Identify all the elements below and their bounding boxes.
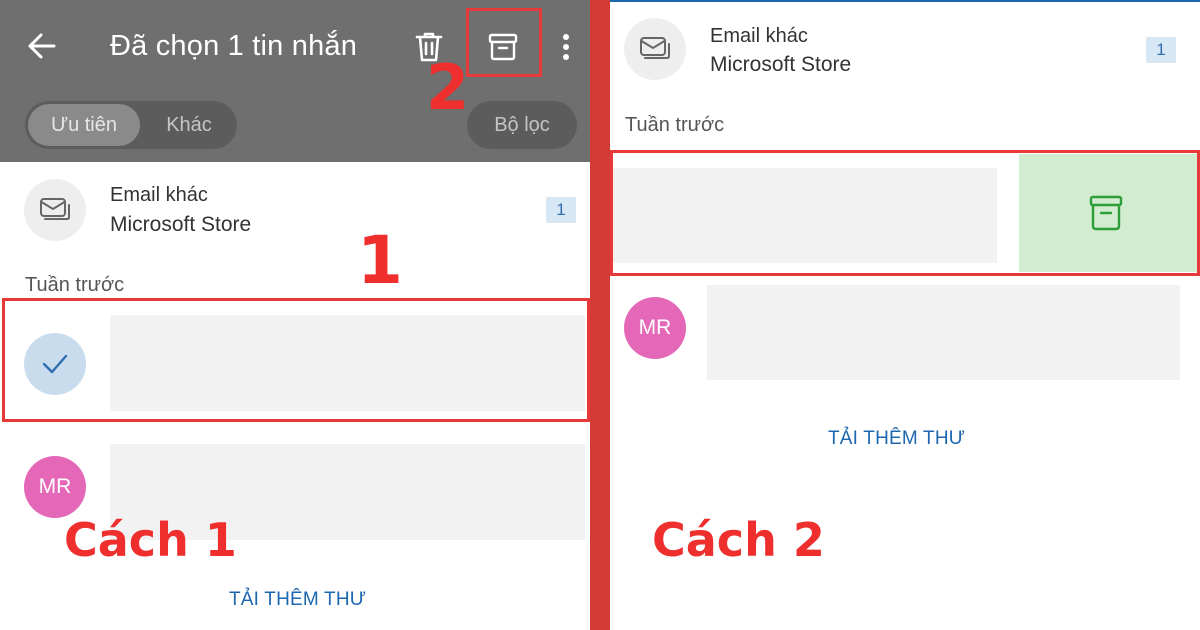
- archive-icon: [1089, 195, 1123, 231]
- step-number-1: 1: [357, 222, 403, 299]
- tab-focused[interactable]: Ưu tiên: [28, 104, 140, 146]
- grouped-email-row[interactable]: Email khác Microsoft Store 1: [610, 0, 1200, 100]
- archive-icon: [488, 33, 518, 61]
- avatar: MR: [624, 297, 686, 359]
- unread-count-badge: 1: [546, 197, 576, 223]
- selection-app-bar: Đã chọn 1 tin nhắn Ưu tiên Khác Bộ lọc: [0, 0, 590, 162]
- step-number-2: 2: [426, 51, 470, 124]
- method-caption: Cách 1: [64, 513, 237, 567]
- inbox-tab-switcher: Ưu tiên Khác: [25, 101, 237, 149]
- method-1-panel: Đã chọn 1 tin nhắn Ưu tiên Khác Bộ lọc E…: [0, 0, 590, 630]
- email-subject: Microsoft Store: [110, 213, 252, 236]
- checkmark-icon: [42, 354, 68, 374]
- sender-name: Email khác: [110, 184, 208, 206]
- panel-divider: [590, 0, 610, 630]
- avatar: MR: [24, 456, 86, 518]
- redacted-email-content: [110, 315, 585, 411]
- back-button[interactable]: [22, 26, 62, 66]
- redacted-email-content: [610, 168, 997, 263]
- load-more-button[interactable]: TẢI THÊM THƯ: [828, 428, 965, 450]
- sender-name: Email khác: [710, 25, 808, 47]
- avatar: [24, 179, 86, 241]
- tab-other[interactable]: Khác: [143, 104, 235, 146]
- section-header: Tuần trước: [625, 114, 725, 136]
- load-more-button[interactable]: TẢI THÊM THƯ: [229, 589, 366, 611]
- swipe-archive-action[interactable]: [1019, 154, 1199, 272]
- email-row[interactable]: MR: [610, 280, 1200, 390]
- method-caption: Cách 2: [652, 513, 825, 567]
- unread-count-badge: 1: [1146, 37, 1176, 63]
- section-header: Tuần trước: [25, 274, 125, 296]
- selected-checkbox[interactable]: [24, 333, 86, 395]
- selection-title: Đã chọn 1 tin nhắn: [110, 30, 358, 62]
- filter-button[interactable]: Bộ lọc: [467, 101, 577, 149]
- mail-stack-icon: [40, 198, 70, 220]
- redacted-email-content: [707, 285, 1180, 380]
- selected-email-row[interactable]: [0, 300, 590, 422]
- archive-button[interactable]: [482, 26, 524, 68]
- mail-stack-icon: [640, 37, 670, 59]
- method-2-panel: Email khác Microsoft Store 1 Tuần trước …: [610, 0, 1200, 630]
- email-subject: Microsoft Store: [710, 53, 852, 76]
- arrow-left-icon: [28, 33, 56, 59]
- grouped-email-row[interactable]: Email khác Microsoft Store 1: [0, 162, 590, 262]
- more-options-button[interactable]: [552, 26, 580, 68]
- avatar: [624, 18, 686, 80]
